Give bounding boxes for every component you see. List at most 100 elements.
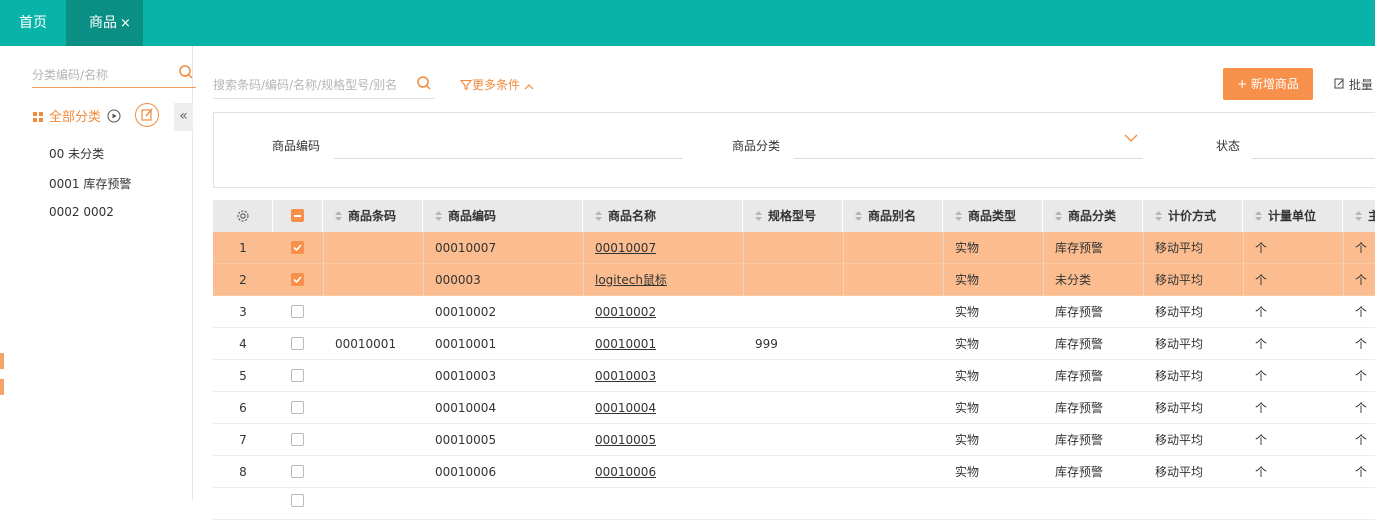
collapse-sidebar-button[interactable]: «	[174, 103, 193, 131]
side-marker[interactable]	[0, 353, 4, 369]
batch-button[interactable]: 批量	[1334, 76, 1373, 93]
more-conditions-toggle[interactable]: 更多条件	[459, 76, 534, 93]
column-divider	[1143, 232, 1144, 296]
search-icon[interactable]	[178, 64, 194, 80]
cell-main: 个	[1355, 305, 1368, 319]
row-checkbox[interactable]	[291, 241, 304, 254]
row-number: 3	[239, 305, 247, 319]
tab-home[interactable]: 首页	[0, 0, 66, 46]
product-code-field[interactable]	[334, 158, 683, 159]
row-number: 5	[239, 369, 247, 383]
table-row[interactable]: 6 00010004 00010004 实物 库存预警 移动平均 个 个	[213, 392, 1375, 424]
cell-type: 实物	[955, 337, 980, 351]
sort-icon[interactable]	[955, 211, 962, 221]
cell-main: 个	[1355, 241, 1368, 255]
edit-category-button[interactable]	[135, 103, 159, 127]
column-header[interactable]: 商品条码	[323, 200, 423, 232]
column-header[interactable]: 计量单位	[1243, 200, 1343, 232]
sort-icon[interactable]	[1255, 211, 1262, 221]
table-row[interactable]: 3 00010002 00010002 实物 库存预警 移动平均 个 个	[213, 296, 1375, 328]
column-header[interactable]: 商品编码	[423, 200, 583, 232]
table-row[interactable]	[213, 488, 1375, 520]
product-search-placeholder: 搜索条码/编码/名称/规格型号/别名	[213, 78, 398, 92]
category-item[interactable]: 0002 0002	[49, 205, 114, 219]
more-conditions-label: 更多条件	[472, 78, 521, 92]
cell-unit: 个	[1255, 241, 1268, 255]
column-header[interactable]: 规格型号	[743, 200, 843, 232]
row-number: 2	[239, 273, 247, 287]
gear-icon[interactable]	[236, 209, 250, 223]
sort-icon[interactable]	[1155, 211, 1162, 221]
cell-name[interactable]: 00010007	[595, 232, 656, 264]
category-item[interactable]: 0001 库存预警	[49, 175, 131, 192]
column-header[interactable]: 商品类型	[943, 200, 1043, 232]
sort-icon[interactable]	[1055, 211, 1062, 221]
cell-unit: 个	[1255, 401, 1268, 415]
cell-name[interactable]: logitech鼠标	[595, 264, 667, 296]
add-product-button[interactable]: + 新增商品	[1223, 68, 1313, 100]
row-checkbox[interactable]	[291, 465, 304, 478]
row-checkbox[interactable]	[291, 337, 304, 350]
status-select[interactable]	[1252, 158, 1375, 159]
category-search-input[interactable]: 分类编码/名称	[32, 62, 196, 88]
sort-icon[interactable]	[335, 211, 342, 221]
category-sidebar: 分类编码/名称 全部分类 « 00 未分类 0001 库存预警 0002 000…	[6, 46, 196, 501]
product-search-input[interactable]: 搜索条码/编码/名称/规格型号/别名	[213, 70, 435, 99]
row-checkbox[interactable]	[291, 369, 304, 382]
cell-category: 库存预警	[1055, 369, 1104, 383]
cell-name[interactable]: 00010005	[595, 424, 656, 456]
cell-unit: 个	[1255, 305, 1268, 319]
filter-icon	[459, 79, 473, 91]
sort-icon[interactable]	[1355, 211, 1362, 221]
cell-name[interactable]: 00010004	[595, 392, 656, 424]
row-checkbox[interactable]	[291, 433, 304, 446]
column-header[interactable]: 计价方式	[1143, 200, 1243, 232]
column-header[interactable]: 商品名称	[583, 200, 743, 232]
play-circle-icon[interactable]	[107, 109, 121, 123]
cell-type: 实物	[955, 305, 980, 319]
status-label: 状态	[1216, 139, 1241, 153]
product-category-select[interactable]	[794, 158, 1143, 159]
sort-icon[interactable]	[595, 211, 602, 221]
tab-goods[interactable]: 商品 ×	[66, 0, 143, 46]
cell-code: 00010004	[435, 401, 497, 415]
row-number: 4	[239, 337, 247, 351]
table-row[interactable]: 2 000003 logitech鼠标 实物 未分类 移动平均 个 个	[213, 264, 1375, 296]
cell-barcode: 00010001	[335, 337, 397, 351]
search-icon[interactable]	[416, 75, 432, 91]
select-all-checkbox[interactable]	[291, 209, 304, 222]
close-icon[interactable]: ×	[120, 16, 131, 31]
sort-icon[interactable]	[755, 211, 762, 221]
row-checkbox[interactable]	[291, 401, 304, 414]
row-checkbox[interactable]	[291, 305, 304, 318]
cell-name[interactable]: 00010001	[595, 328, 656, 360]
row-checkbox[interactable]	[291, 273, 304, 286]
column-divider	[583, 232, 584, 296]
table-row[interactable]: 7 00010005 00010005 实物 库存预警 移动平均 个 个	[213, 424, 1375, 456]
column-header[interactable]: 主	[1343, 200, 1375, 232]
cell-type: 实物	[955, 433, 980, 447]
sort-icon[interactable]	[435, 211, 442, 221]
table-row[interactable]: 5 00010003 00010003 实物 库存预警 移动平均 个 个	[213, 360, 1375, 392]
cell-pricing: 移动平均	[1155, 241, 1204, 255]
column-divider	[323, 232, 324, 296]
product-code-label: 商品编码	[272, 139, 321, 153]
chevron-down-icon[interactable]	[1124, 133, 1138, 143]
table-row[interactable]: 8 00010006 00010006 实物 库存预警 移动平均 个 个	[213, 456, 1375, 488]
cell-code: 00010005	[435, 433, 497, 447]
row-number: 6	[239, 401, 247, 415]
table-row[interactable]: 4 00010001 00010001 00010001 999 实物 库存预警 移动平均 个 个	[213, 328, 1375, 360]
chevron-up-icon	[524, 84, 534, 90]
cell-unit: 个	[1255, 465, 1268, 479]
all-categories-item[interactable]: 全部分类	[33, 106, 101, 125]
column-header[interactable]: 商品分类	[1043, 200, 1143, 232]
edit-icon	[141, 108, 153, 121]
cell-name[interactable]: 00010006	[595, 456, 656, 488]
column-header[interactable]: 商品别名	[843, 200, 943, 232]
cell-name[interactable]: 00010003	[595, 360, 656, 392]
category-item[interactable]: 00 未分类	[49, 145, 104, 162]
table-row[interactable]: 1 00010007 00010007 实物 库存预警 移动平均 个 个	[213, 232, 1375, 264]
sort-icon[interactable]	[855, 211, 862, 221]
side-marker[interactable]	[0, 379, 4, 395]
cell-name[interactable]: 00010002	[595, 296, 656, 328]
